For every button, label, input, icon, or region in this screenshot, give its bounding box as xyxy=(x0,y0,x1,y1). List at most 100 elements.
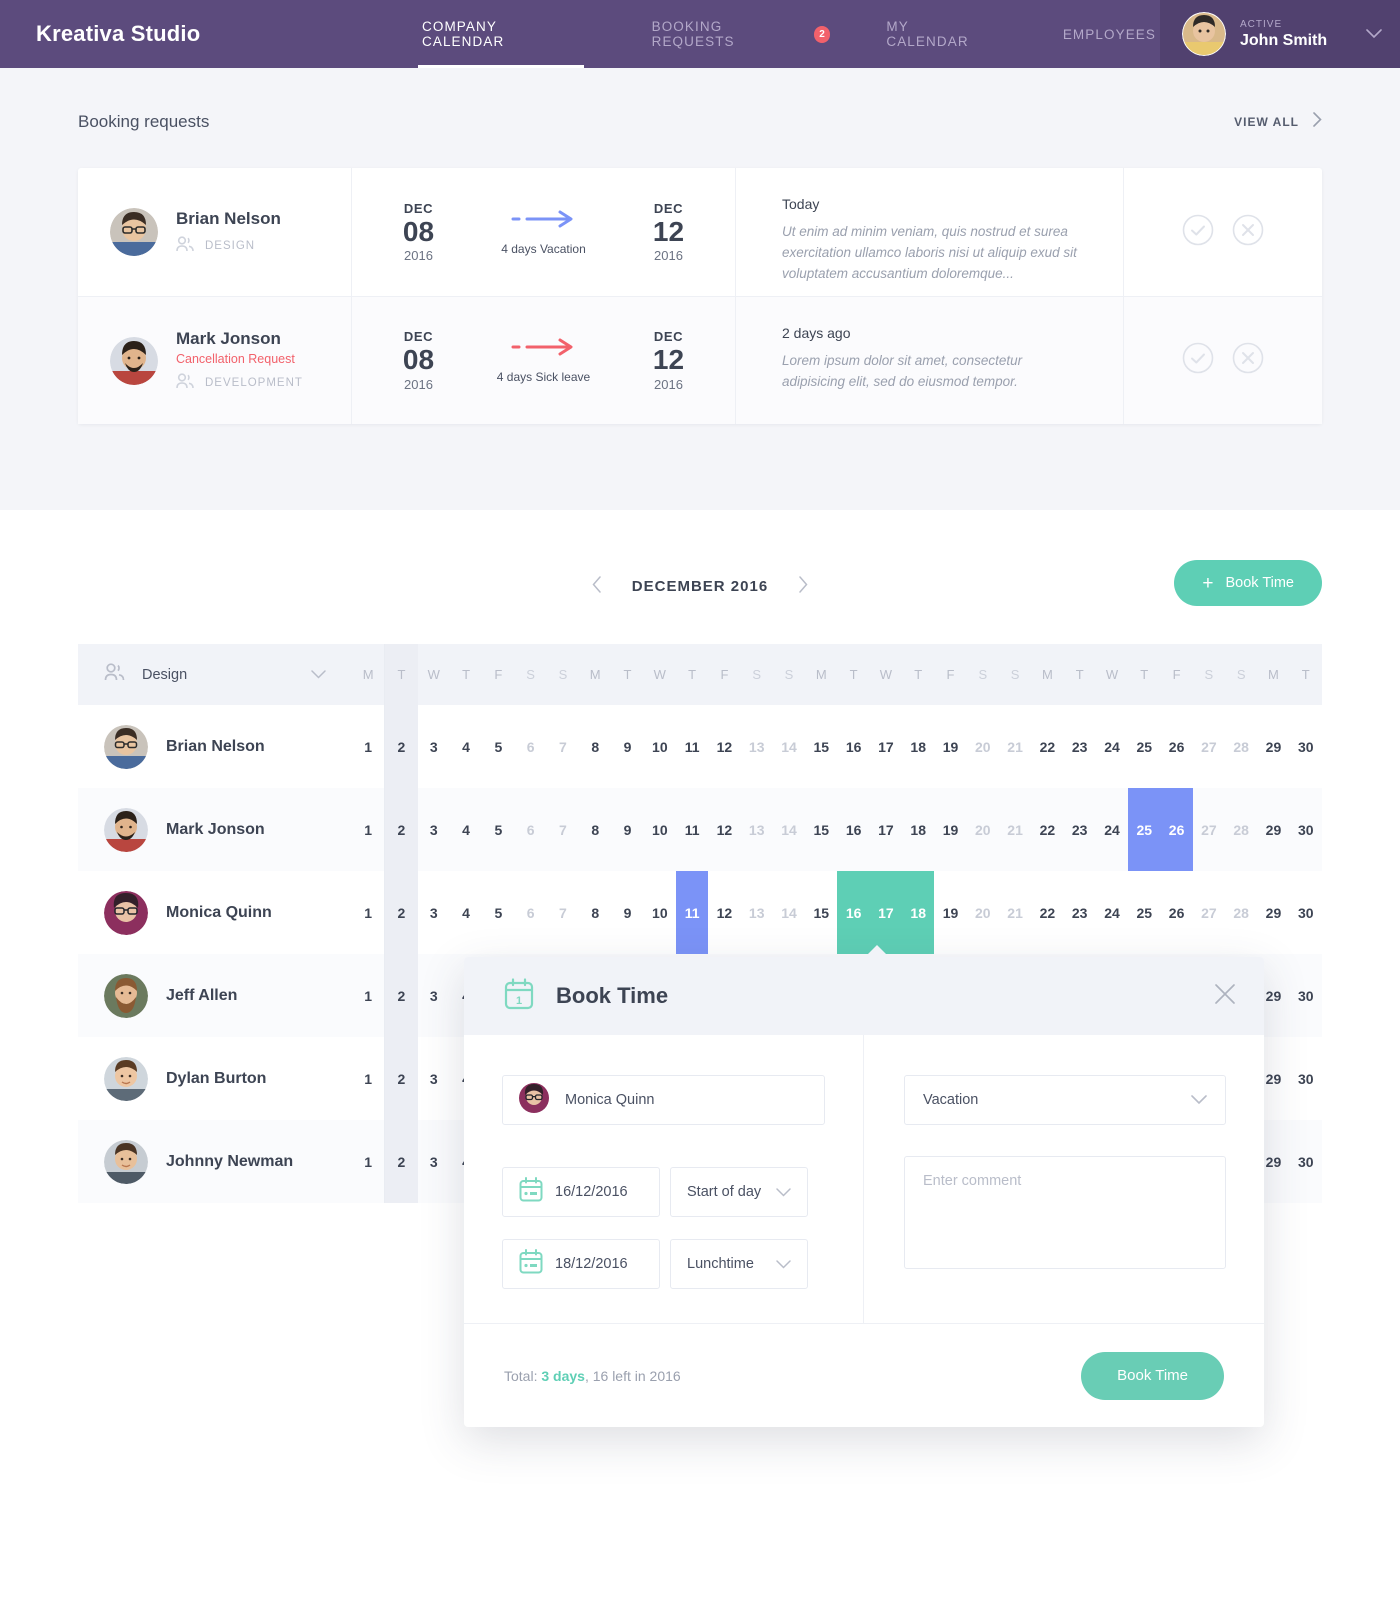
employee-cell[interactable]: Monica Quinn xyxy=(78,871,352,954)
calendar-day-cell[interactable]: 15 xyxy=(805,871,837,954)
calendar-day-cell[interactable]: 12 xyxy=(708,871,740,954)
calendar-day-cell[interactable]: 9 xyxy=(611,871,643,954)
calendar-day-cell[interactable]: 15 xyxy=(805,705,837,788)
calendar-day-cell[interactable]: 29 xyxy=(1257,871,1289,954)
nav-item-booking-requests[interactable]: BOOKING REQUESTS 2 xyxy=(648,0,835,68)
calendar-day-cell[interactable]: 9 xyxy=(611,705,643,788)
nav-item-employees[interactable]: EMPLOYEES xyxy=(1059,0,1160,68)
employee-cell[interactable]: Dylan Burton xyxy=(78,1037,352,1120)
calendar-day-cell[interactable]: 19 xyxy=(934,871,966,954)
calendar-day-cell[interactable]: 8 xyxy=(579,871,611,954)
calendar-day-cell[interactable]: 28 xyxy=(1225,871,1257,954)
calendar-day-cell[interactable]: 20 xyxy=(967,871,999,954)
nav-item-my-calendar[interactable]: MY CALENDAR xyxy=(882,0,996,68)
calendar-day-cell[interactable]: 1 xyxy=(352,705,384,788)
employee-cell[interactable]: Jeff Allen xyxy=(78,954,352,1037)
calendar-day-cell[interactable]: 23 xyxy=(1064,788,1096,871)
calendar-day-cell[interactable]: 6 xyxy=(514,788,546,871)
calendar-day-cell[interactable]: 16 xyxy=(837,788,869,871)
calendar-day-cell[interactable]: 30 xyxy=(1290,705,1322,788)
calendar-day-cell[interactable]: 1 xyxy=(352,954,384,1037)
calendar-day-cell[interactable]: 26 xyxy=(1160,705,1192,788)
calendar-day-cell[interactable]: 9 xyxy=(611,788,643,871)
chevron-down-icon[interactable] xyxy=(1366,26,1382,42)
calendar-day-cell[interactable]: 27 xyxy=(1193,871,1225,954)
calendar-day-cell[interactable]: 21 xyxy=(999,871,1031,954)
calendar-day-cell[interactable]: 21 xyxy=(999,788,1031,871)
calendar-day-cell[interactable]: 1 xyxy=(352,871,384,954)
brand-logo[interactable]: Kreativa Studio xyxy=(36,21,366,47)
calendar-day-cell[interactable]: 30 xyxy=(1290,1120,1322,1203)
close-icon[interactable] xyxy=(1214,983,1236,1010)
prev-month-button[interactable] xyxy=(592,575,602,597)
calendar-day-cell[interactable]: 2 xyxy=(384,1120,418,1203)
calendar-day-cell[interactable]: 10 xyxy=(644,788,676,871)
calendar-day-cell[interactable]: 2 xyxy=(384,871,418,954)
calendar-day-cell[interactable]: 29 xyxy=(1257,788,1289,871)
calendar-day-cell[interactable]: 14 xyxy=(773,871,805,954)
calendar-day-cell[interactable]: 30 xyxy=(1290,1037,1322,1120)
calendar-day-cell[interactable]: 4 xyxy=(450,871,482,954)
calendar-day-cell[interactable]: 6 xyxy=(514,705,546,788)
calendar-day-cell[interactable]: 22 xyxy=(1031,788,1063,871)
calendar-day-cell[interactable]: 28 xyxy=(1225,788,1257,871)
approve-icon[interactable] xyxy=(1182,342,1214,379)
calendar-day-cell[interactable]: 8 xyxy=(579,705,611,788)
calendar-day-cell[interactable]: 11 xyxy=(676,788,708,871)
leave-type-select[interactable]: Vacation xyxy=(904,1075,1226,1125)
group-selector[interactable]: Design xyxy=(78,644,352,705)
calendar-day-cell[interactable]: 29 xyxy=(1257,705,1289,788)
date-to-field[interactable]: 18/12/2016 xyxy=(502,1239,660,1289)
calendar-day-cell[interactable]: 4 xyxy=(450,788,482,871)
calendar-day-cell[interactable]: 8 xyxy=(579,788,611,871)
calendar-day-cell[interactable]: 13 xyxy=(741,705,773,788)
calendar-day-cell[interactable]: 7 xyxy=(547,705,579,788)
calendar-day-cell[interactable]: 16 xyxy=(837,871,870,954)
calendar-day-cell[interactable]: 25 xyxy=(1128,788,1161,871)
calendar-day-cell[interactable]: 28 xyxy=(1225,705,1257,788)
calendar-day-cell[interactable]: 26 xyxy=(1160,788,1193,871)
calendar-day-cell[interactable]: 3 xyxy=(418,1120,450,1203)
time-from-field[interactable]: Start of day xyxy=(670,1167,808,1217)
calendar-day-cell[interactable]: 13 xyxy=(741,871,773,954)
nav-item-company-calendar[interactable]: COMPANY CALENDAR xyxy=(418,0,584,68)
calendar-day-cell[interactable]: 1 xyxy=(352,1037,384,1120)
calendar-day-cell[interactable]: 20 xyxy=(967,788,999,871)
calendar-day-cell[interactable]: 2 xyxy=(384,705,418,788)
calendar-day-cell[interactable]: 18 xyxy=(902,788,934,871)
calendar-day-cell[interactable]: 11 xyxy=(675,871,709,954)
calendar-day-cell[interactable]: 2 xyxy=(384,954,418,1037)
calendar-day-cell[interactable]: 2 xyxy=(384,788,418,871)
calendar-day-cell[interactable]: 22 xyxy=(1031,705,1063,788)
calendar-day-cell[interactable]: 1 xyxy=(352,788,384,871)
calendar-day-cell[interactable]: 22 xyxy=(1031,871,1063,954)
calendar-day-cell[interactable]: 3 xyxy=(418,1037,450,1120)
calendar-day-cell[interactable]: 4 xyxy=(450,705,482,788)
calendar-day-cell[interactable]: 18 xyxy=(902,871,935,954)
user-menu[interactable]: ACTIVE John Smith xyxy=(1160,0,1400,68)
chevron-down-icon[interactable] xyxy=(311,667,326,682)
next-month-button[interactable] xyxy=(798,575,808,597)
book-time-button[interactable]: + Book Time xyxy=(1174,560,1322,606)
calendar-day-cell[interactable]: 1 xyxy=(352,1120,384,1203)
calendar-day-cell[interactable]: 5 xyxy=(482,705,514,788)
comment-input[interactable]: Enter comment xyxy=(904,1156,1226,1269)
employee-cell[interactable]: Johnny Newman xyxy=(78,1120,352,1203)
calendar-day-cell[interactable]: 5 xyxy=(482,871,514,954)
view-all-link[interactable]: VIEW ALL xyxy=(1234,112,1322,132)
calendar-day-cell[interactable]: 30 xyxy=(1290,788,1322,871)
calendar-day-cell[interactable]: 24 xyxy=(1096,705,1128,788)
calendar-day-cell[interactable]: 3 xyxy=(418,788,450,871)
employee-cell[interactable]: Brian Nelson xyxy=(78,705,352,788)
calendar-day-cell[interactable]: 18 xyxy=(902,705,934,788)
calendar-day-cell[interactable]: 25 xyxy=(1128,705,1160,788)
calendar-day-cell[interactable]: 25 xyxy=(1128,871,1160,954)
calendar-day-cell[interactable]: 14 xyxy=(773,705,805,788)
employee-cell[interactable]: Mark Jonson xyxy=(78,788,352,871)
calendar-day-cell[interactable]: 5 xyxy=(482,788,514,871)
calendar-day-cell[interactable]: 20 xyxy=(967,705,999,788)
calendar-day-cell[interactable]: 16 xyxy=(837,705,869,788)
calendar-day-cell[interactable]: 13 xyxy=(741,788,773,871)
time-to-field[interactable]: Lunchtime xyxy=(670,1239,808,1289)
date-from-field[interactable]: 16/12/2016 xyxy=(502,1167,660,1217)
